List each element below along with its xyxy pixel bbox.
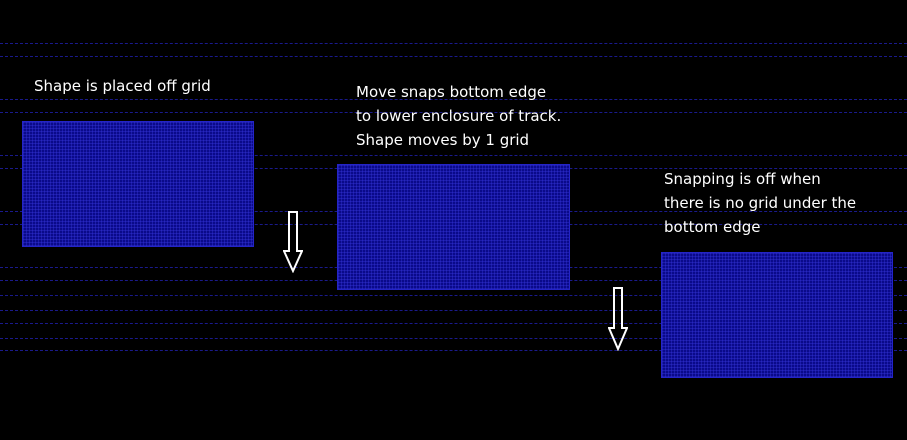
caption-line: Shape moves by 1 grid	[356, 131, 530, 149]
arrow-down-icon	[283, 211, 303, 273]
shape-off-grid	[661, 252, 893, 378]
grid-track-line	[0, 56, 907, 57]
caption-step-2: Move snaps bottom edge to lower enclosur…	[356, 80, 561, 152]
caption-line: bottom edge	[664, 218, 761, 236]
shape-snapped	[337, 164, 570, 290]
caption-line: Move snaps bottom edge	[356, 83, 547, 101]
diagram-canvas: Shape is placed off grid Move snaps bott…	[0, 0, 907, 440]
shape-initial	[22, 121, 254, 247]
caption-step-3: Snapping is off when there is no grid un…	[664, 167, 856, 239]
arrow-down-icon	[608, 287, 628, 351]
caption-step-1: Shape is placed off grid	[34, 74, 211, 98]
grid-track-line	[0, 43, 907, 44]
caption-line: Shape is placed off grid	[34, 77, 211, 95]
caption-line: there is no grid under the	[664, 194, 857, 212]
caption-line: Snapping is off when	[664, 170, 821, 188]
caption-line: to lower enclosure of track.	[356, 107, 562, 125]
